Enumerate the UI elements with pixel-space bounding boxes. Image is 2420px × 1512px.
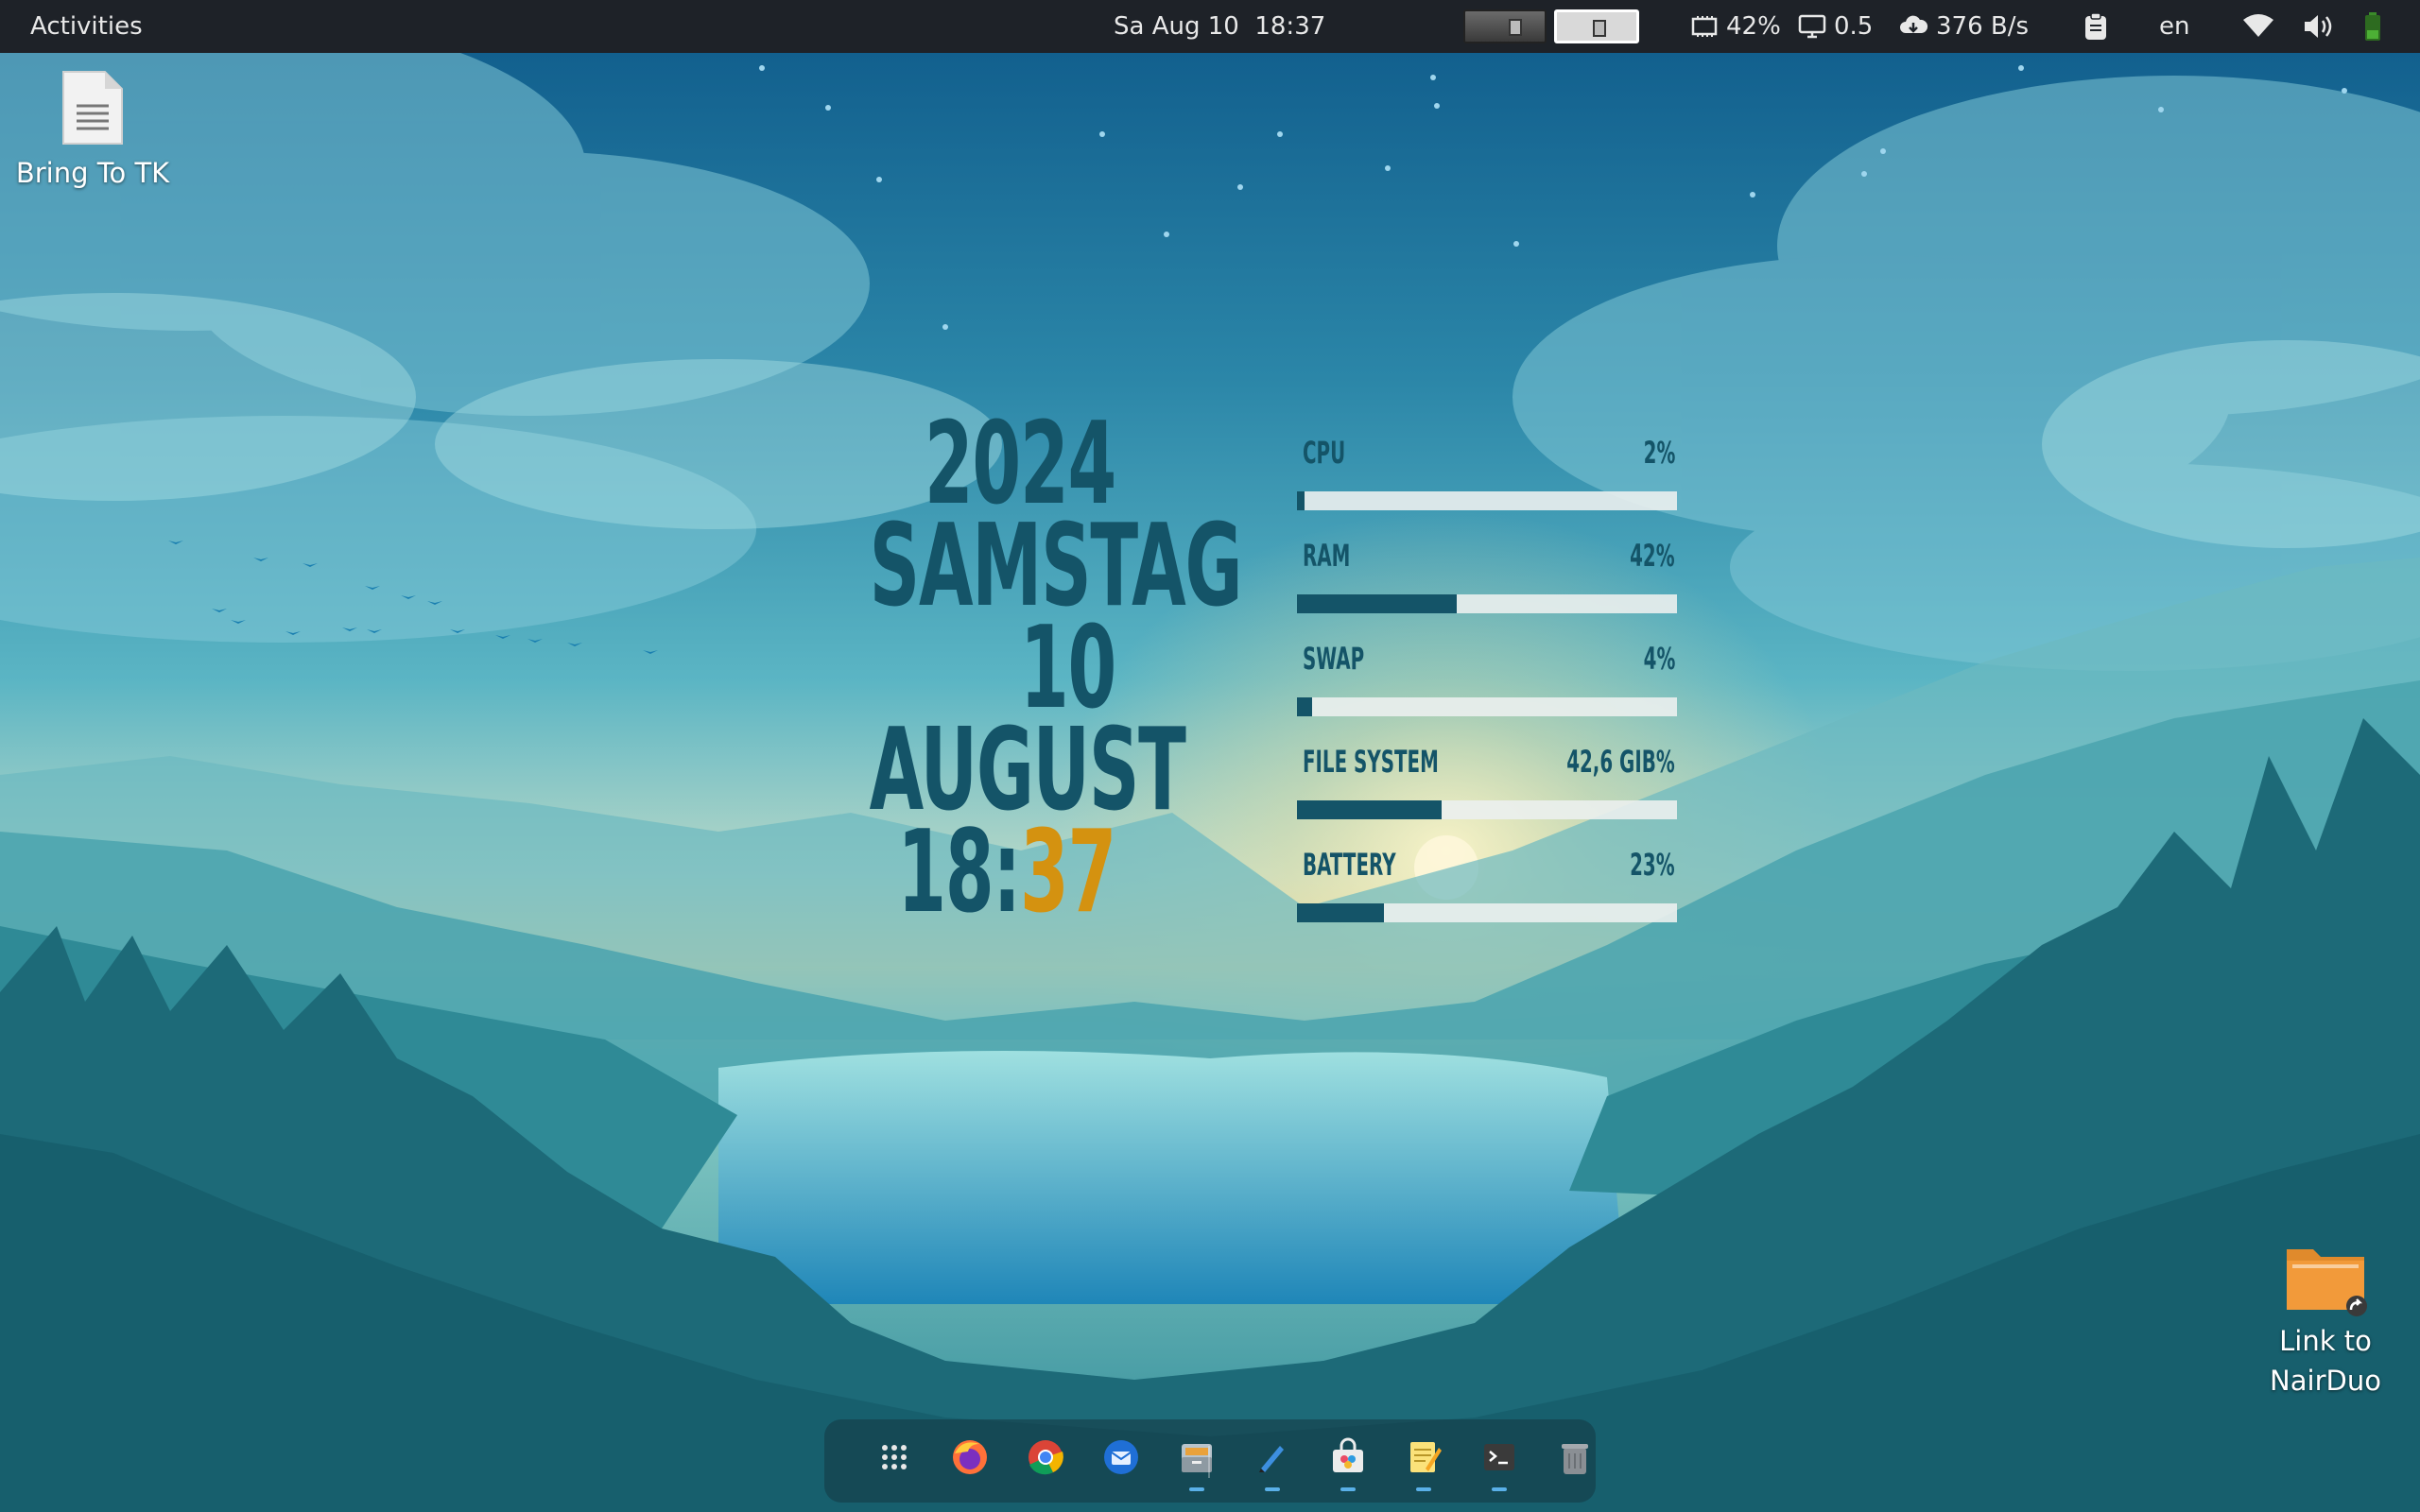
desktop-icon-document[interactable]: Bring To TK: [9, 68, 176, 193]
network-speed-indicator[interactable]: 376 B/s: [1898, 0, 2029, 53]
folder-link-icon: [2287, 1249, 2367, 1316]
dock-trash[interactable]: [1548, 1433, 1601, 1491]
stat-value: 23%: [1630, 847, 1675, 883]
memory-indicator[interactable]: 42%: [1690, 0, 1781, 53]
clock-label: Sa Aug 10 18:37: [1114, 12, 1326, 41]
network-speed-value: 376 B/s: [1936, 12, 2030, 41]
app-grid-icon: [882, 1445, 907, 1469]
dock-app-grid[interactable]: [868, 1433, 921, 1491]
dock-thunderbird[interactable]: [1095, 1433, 1148, 1491]
stat-value: 2%: [1643, 435, 1675, 471]
time-text: 18:37: [870, 816, 1116, 930]
dock-software-center[interactable]: [1322, 1433, 1374, 1491]
stat-bar-fill: [1297, 697, 1313, 716]
load-indicator[interactable]: 0.5: [1798, 0, 1873, 53]
stat-bar: [1297, 800, 1677, 819]
software-center-icon: [1333, 1437, 1363, 1472]
text-editor-icon: [1410, 1442, 1442, 1472]
thunderbird-icon: [1104, 1440, 1138, 1474]
text-document-icon: [62, 71, 123, 145]
stat-label: SWAP: [1303, 641, 1365, 677]
speaker-icon: [2305, 15, 2332, 38]
battery-icon: [2365, 12, 2380, 41]
date-clock-widget: 2024 SAMSTAG 10 AUGUST 18:37: [870, 408, 1243, 930]
stat-value: 42%: [1630, 538, 1675, 574]
dock-pen-editor[interactable]: [1246, 1433, 1299, 1491]
stat-label: BATTERY: [1303, 847, 1396, 883]
workspace-2-thumbnail[interactable]: [1554, 9, 1639, 43]
monitor-icon: [1798, 14, 1826, 39]
wifi-icon: [2243, 14, 2273, 37]
workspace-1-thumbnail[interactable]: [1463, 9, 1547, 43]
stat-bar-fill: [1297, 594, 1457, 613]
stat-value: 4%: [1643, 641, 1675, 677]
stat-battery: BATTERY 23%: [1297, 847, 1679, 922]
stat-label: FILE SYSTEM: [1303, 744, 1439, 780]
stat-bar-fill: [1297, 491, 1305, 510]
top-bar: Activities Sa Aug 10 18:37 42% 0.5 376 B…: [0, 0, 2420, 53]
files-icon: [1182, 1444, 1212, 1472]
memory-chip-icon: [1691, 16, 1718, 37]
keyboard-layout-label: en: [2159, 12, 2190, 41]
desktop-icon-label: Bring To TK: [15, 157, 170, 189]
hour-text: 18:: [897, 807, 1021, 938]
stat-ram: RAM 42%: [1297, 538, 1679, 613]
stat-bar: [1297, 697, 1677, 716]
dock-text-editor[interactable]: [1397, 1433, 1450, 1491]
terminal-icon: [1484, 1444, 1514, 1470]
stat-value: 42,6 GIB%: [1566, 744, 1675, 780]
load-value: 0.5: [1834, 12, 1874, 41]
window-thumbnail: [1593, 20, 1606, 37]
activities-label: Activities: [30, 12, 143, 41]
volume-indicator[interactable]: [2303, 0, 2335, 53]
stat-swap: SWAP 4%: [1297, 641, 1679, 716]
activities-button[interactable]: Activities: [30, 0, 143, 53]
stat-label: RAM: [1303, 538, 1351, 574]
running-indicator: [1189, 1487, 1204, 1491]
dock: [824, 1419, 1596, 1503]
dock-separator: [1208, 1446, 1210, 1478]
stat-bar: [1297, 594, 1677, 613]
desktop-icon-label: Link to NairDuo: [2270, 1325, 2381, 1397]
running-indicator: [1492, 1487, 1507, 1491]
wifi-indicator[interactable]: [2242, 0, 2274, 53]
trash-icon: [1562, 1444, 1588, 1474]
minute-text: 37: [1019, 807, 1116, 938]
clock-button[interactable]: Sa Aug 10 18:37: [1114, 0, 1325, 53]
clipboard-indicator[interactable]: [2083, 0, 2108, 53]
stat-bar: [1297, 903, 1677, 922]
chrome-icon: [1028, 1440, 1063, 1475]
firefox-icon: [953, 1440, 987, 1474]
stat-cpu: CPU 2%: [1297, 435, 1679, 510]
running-indicator: [1265, 1487, 1280, 1491]
keyboard-layout-indicator[interactable]: en: [2159, 0, 2189, 53]
stat-bar-fill: [1297, 903, 1385, 922]
running-indicator: [1416, 1487, 1431, 1491]
desktop-icon-folder-link[interactable]: Link to NairDuo: [2250, 1238, 2401, 1400]
stat-filesystem: FILE SYSTEM 42,6 GIB%: [1297, 744, 1679, 819]
pen-editor-icon: [1259, 1446, 1284, 1472]
window-thumbnail: [1509, 19, 1522, 36]
memory-value: 42%: [1726, 12, 1781, 41]
dock-firefox[interactable]: [943, 1433, 996, 1491]
clipboard-icon: [2085, 12, 2106, 40]
stat-label: CPU: [1303, 435, 1346, 471]
stat-bar-fill: [1297, 800, 1442, 819]
dock-chrome[interactable]: [1019, 1433, 1072, 1491]
dock-terminal[interactable]: [1473, 1433, 1526, 1491]
desktop-wallpaper: [0, 0, 2420, 1512]
cloud-download-icon: [1900, 15, 1928, 33]
dock-files[interactable]: [1170, 1433, 1223, 1491]
stat-bar: [1297, 491, 1677, 510]
battery-indicator[interactable]: [2363, 0, 2382, 53]
running-indicator: [1340, 1487, 1356, 1491]
